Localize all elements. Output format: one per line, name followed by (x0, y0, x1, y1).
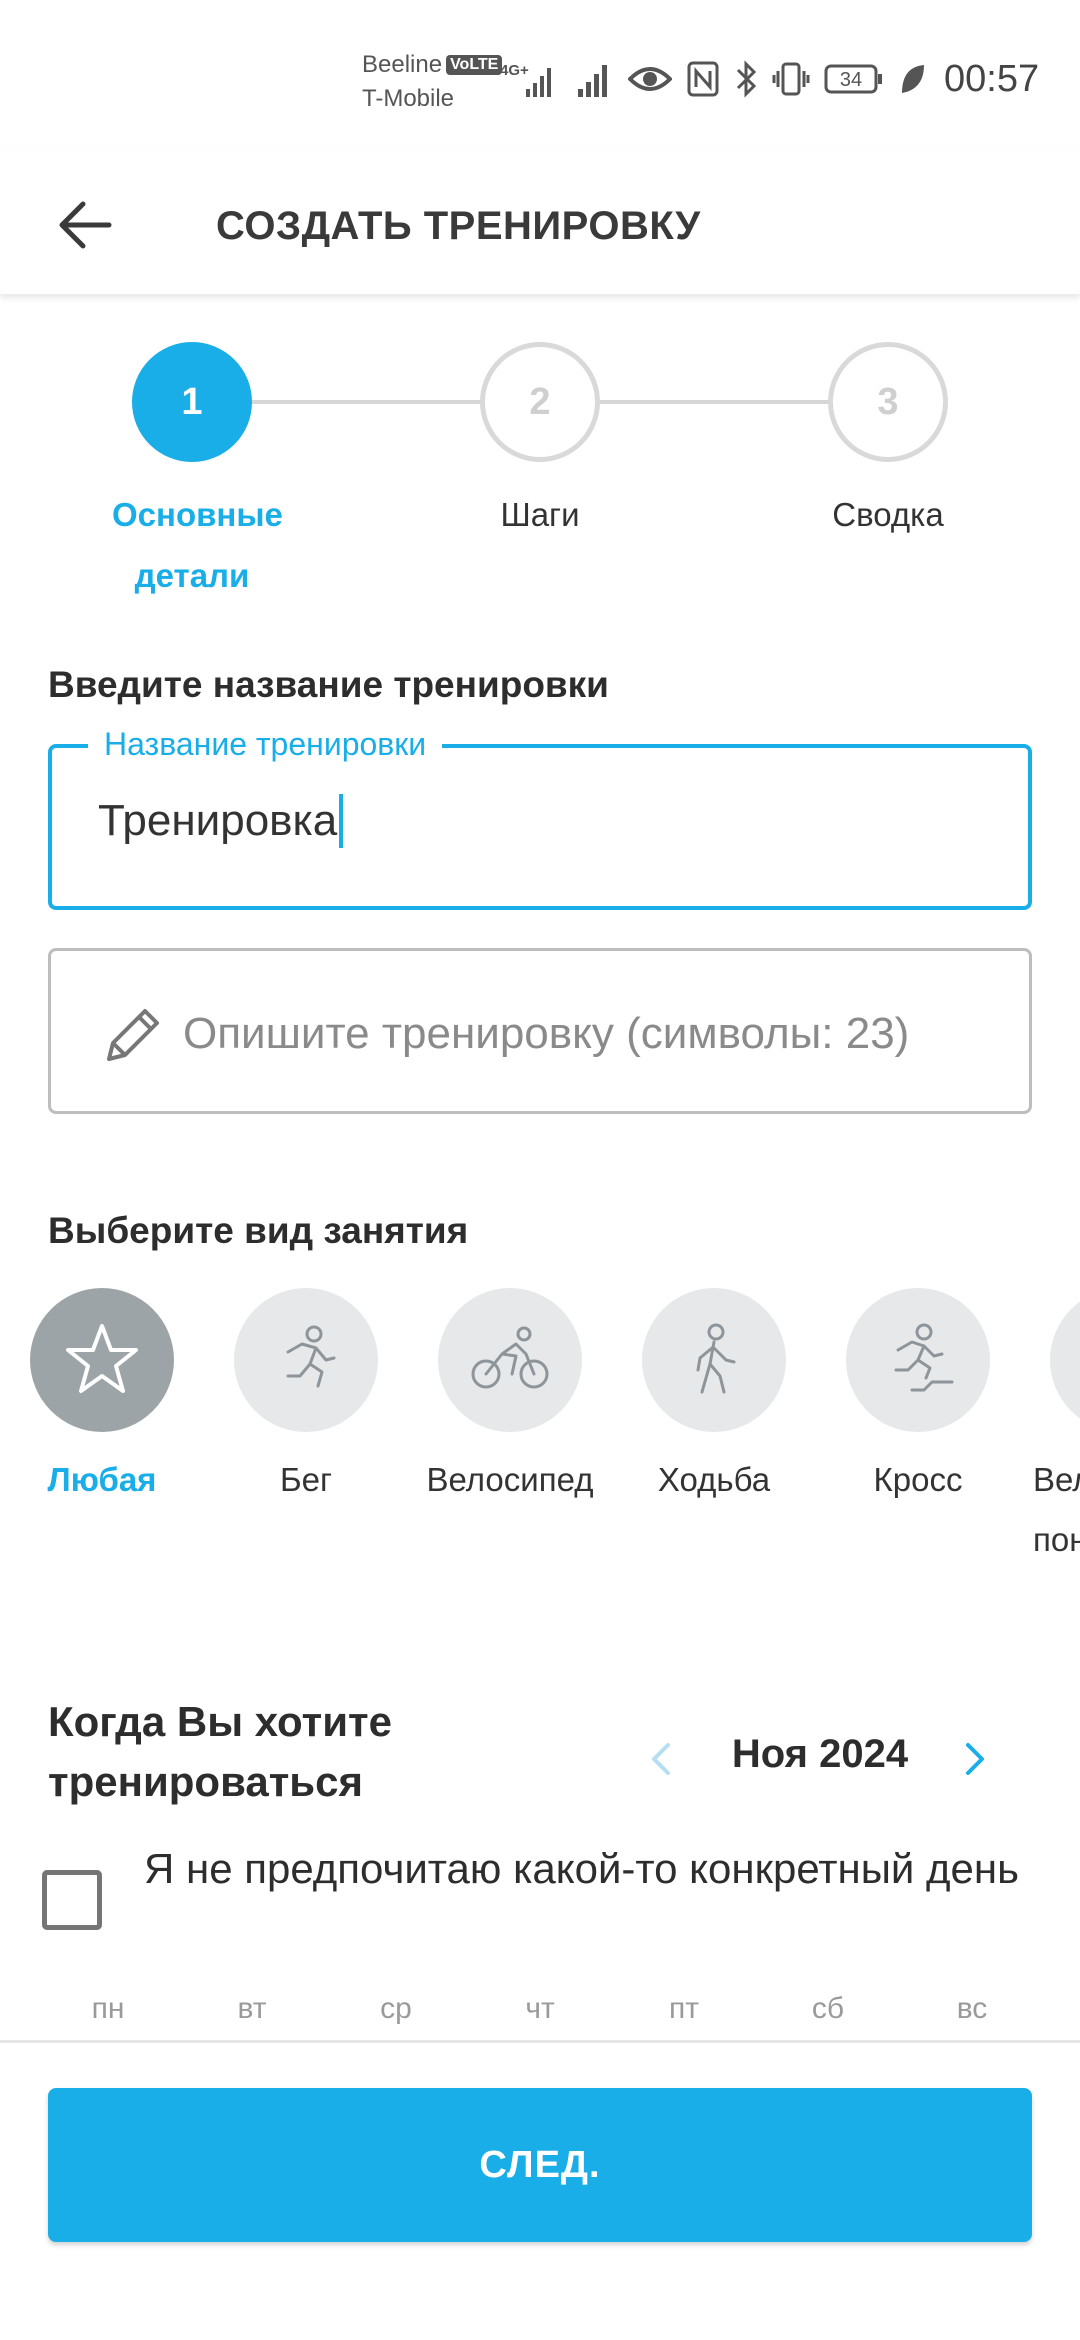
next-month-button[interactable] (950, 1734, 1000, 1784)
cycling-icon (471, 1326, 549, 1389)
description-input[interactable]: Опишите тренировку (символы: 23) (48, 948, 1032, 1114)
carrier-info: Beeline VoLTE T-Mobile (362, 48, 503, 116)
activity-label: Вел (1033, 1461, 1080, 1498)
next-button-label: СЛЕД. (479, 2143, 601, 2186)
step-1-label: Основные детали (112, 496, 283, 594)
activity-trail-running[interactable]: Кросс (813, 1288, 1023, 1510)
vibrate-icon (772, 62, 810, 96)
name-heading: Введите название тренировки (48, 664, 609, 705)
workout-name-input[interactable]: Название тренировки Тренировка (48, 722, 1032, 910)
weekday-label: вт (237, 1992, 267, 2025)
activity-cycling[interactable]: Велосипед (405, 1288, 615, 1510)
weekday-label: пн (91, 1992, 125, 2025)
running-icon (286, 1325, 336, 1388)
no-preferred-day-checkbox[interactable] (42, 1870, 102, 1930)
weekday-label: пт (669, 1992, 699, 2025)
name-field-label: Название тренировки (88, 722, 443, 766)
eye-icon (628, 67, 672, 91)
activity-label-line-2: пон (1033, 1521, 1080, 1558)
activity-label: Любая (47, 1461, 157, 1498)
carrier-1: Beeline (362, 51, 443, 78)
step-3-label: Сводка (832, 496, 944, 533)
step-2-circle: 2 (480, 342, 600, 462)
month-navigator: Ноя 2024 (620, 1724, 1020, 1794)
battery-icon: 34 (824, 64, 882, 94)
svg-text:34: 34 (840, 69, 862, 91)
footer-divider (0, 2040, 1080, 2043)
no-preferred-day-label: Я не предпочитаю какой-то конкретный ден… (144, 1845, 1019, 1892)
step-1-circle: 1 (132, 342, 252, 462)
activity-cycling-indoor[interactable]: Вел пон (1017, 1288, 1080, 1570)
walking-icon (696, 1323, 736, 1394)
name-field-value: Тренировка (98, 796, 338, 845)
activity-label: Велосипед (426, 1461, 594, 1498)
status-icons: 4G+ 34 00:57 (500, 54, 1039, 104)
nfc-icon (687, 61, 719, 97)
volte-badge: VoLTE (446, 55, 503, 75)
description-placeholder: Опишите тренировку (символы: 23) (183, 1009, 910, 1058)
activity-label: Кросс (873, 1461, 963, 1498)
activity-label: Бег (279, 1461, 333, 1498)
svg-text:4G+: 4G+ (500, 62, 529, 79)
weekday-label: чт (525, 1992, 555, 2025)
weekday-label: вс (956, 1992, 988, 2025)
next-button[interactable]: СЛЕД. (48, 2088, 1032, 2242)
status-bar: Beeline VoLTE T-Mobile 4G+ 34 00:57 (0, 0, 1080, 150)
step-3-circle: 3 (828, 342, 948, 462)
carrier-2: T-Mobile (362, 85, 455, 112)
leaf-icon (902, 65, 924, 93)
activity-heading: Выберите вид занятия (48, 1210, 469, 1251)
app-bar: СОЗДАТЬ ТРЕНИРОВКУ (0, 150, 1080, 295)
signal-4g-icon: 4G+ (500, 62, 551, 97)
activity-label: Ходьба (657, 1461, 771, 1498)
stepper-connector (600, 400, 830, 404)
activity-running[interactable]: Бег (201, 1288, 411, 1510)
text-caret (339, 794, 344, 848)
stepper-connector (252, 400, 482, 404)
bluetooth-icon (736, 60, 757, 98)
trail-running-icon (894, 1323, 954, 1392)
arrow-left-icon (59, 201, 112, 249)
activity-any[interactable]: Любая (0, 1288, 207, 1510)
signal-icon (578, 65, 607, 97)
chevron-right-icon (966, 1743, 984, 1775)
weekday-label: сб (811, 1992, 845, 2025)
star-icon (66, 1324, 138, 1393)
activity-walking[interactable]: Ходьба (609, 1288, 819, 1510)
weekday-header: пн вт ср чт пт сб вс (0, 1992, 1080, 2042)
weekday-label: ср (380, 1992, 412, 2025)
pencil-icon (107, 1009, 159, 1061)
schedule-heading: Когда Вы хотите тренироваться (48, 1698, 392, 1805)
back-button[interactable] (40, 180, 130, 270)
page-title: СОЗДАТЬ ТРЕНИРОВКУ (216, 204, 701, 248)
step-2-label: Шаги (500, 496, 580, 533)
clock: 00:57 (944, 57, 1040, 100)
